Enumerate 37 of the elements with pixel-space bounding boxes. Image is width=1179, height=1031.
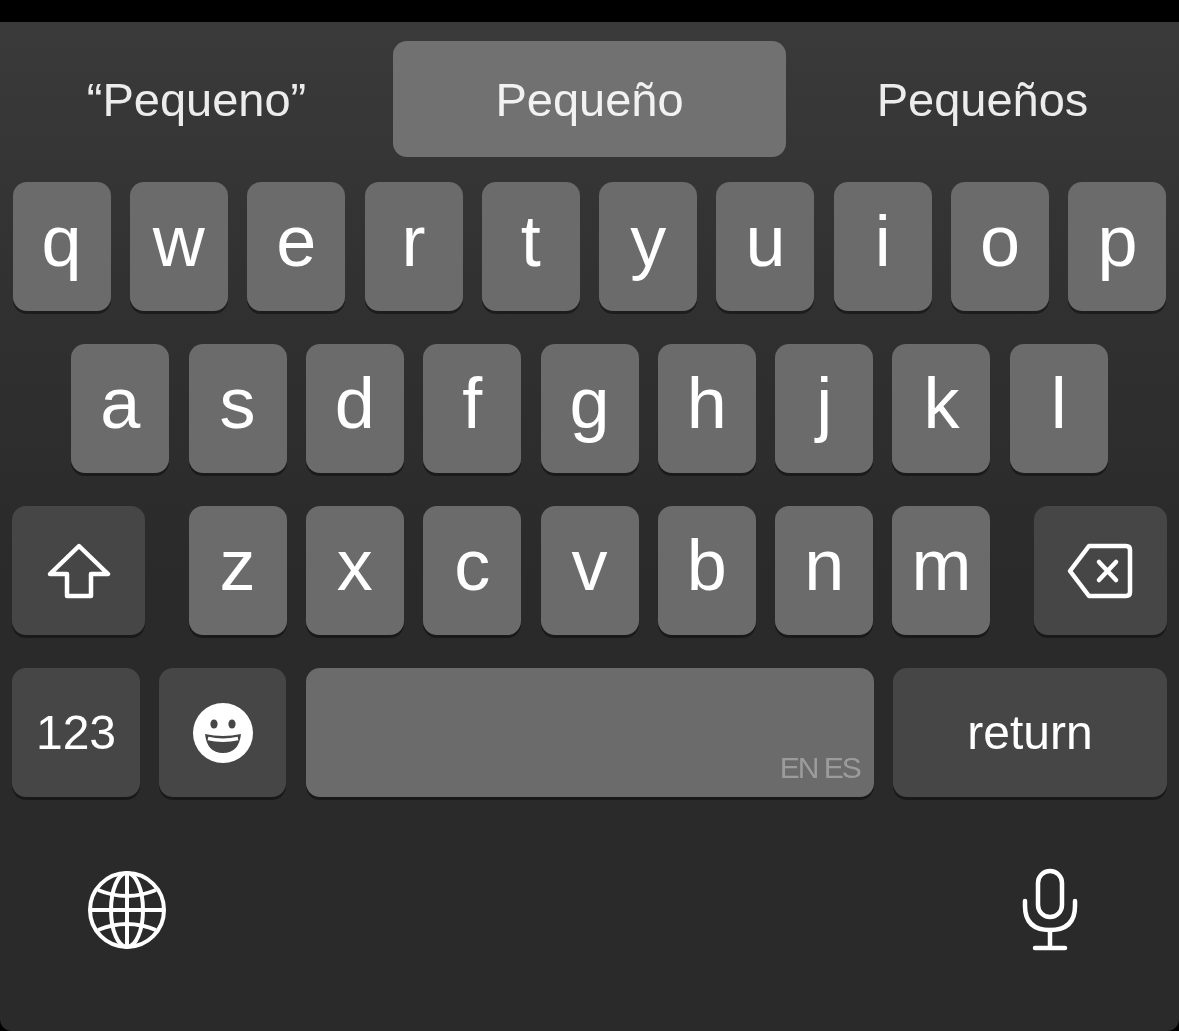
letter-key[interactable]: e	[247, 182, 346, 311]
letter-key[interactable]: b	[657, 506, 756, 635]
letter-key[interactable]: m	[892, 506, 991, 635]
emoji-key[interactable]	[159, 668, 287, 797]
letter-key[interactable]: s	[188, 344, 287, 473]
letter-key[interactable]: v	[540, 506, 639, 635]
letter-key[interactable]: q	[12, 182, 111, 311]
backspace-icon	[1067, 542, 1134, 599]
letter-key[interactable]: l	[1009, 344, 1108, 473]
return-key[interactable]: return	[893, 668, 1167, 797]
letter-key[interactable]: d	[305, 344, 404, 473]
letter-key[interactable]: h	[657, 344, 756, 473]
letter-key[interactable]: u	[716, 182, 815, 311]
letter-key[interactable]: k	[892, 344, 991, 473]
letter-key[interactable]: f	[423, 344, 522, 473]
letter-key[interactable]: c	[423, 506, 522, 635]
globe-icon[interactable]	[87, 870, 167, 950]
letter-key[interactable]: w	[129, 182, 228, 311]
numbers-key[interactable]: 123	[12, 668, 140, 797]
letter-key[interactable]: r	[364, 182, 463, 311]
letter-key[interactable]: a	[71, 344, 170, 473]
letter-key[interactable]: p	[1068, 182, 1167, 311]
letter-key[interactable]: x	[305, 506, 404, 635]
letter-key[interactable]: i	[833, 182, 932, 311]
letter-key[interactable]: n	[775, 506, 874, 635]
microphone-icon[interactable]	[1021, 868, 1079, 952]
letter-key[interactable]: t	[481, 182, 580, 311]
letter-key[interactable]: o	[951, 182, 1050, 311]
backspace-key[interactable]	[1033, 506, 1167, 635]
letter-key[interactable]: z	[188, 506, 287, 635]
shift-arrow-icon	[46, 542, 111, 599]
shift-key[interactable]	[12, 506, 146, 635]
letter-key[interactable]: j	[775, 344, 874, 473]
smiley-face-icon	[192, 702, 253, 763]
letter-key[interactable]: g	[540, 344, 639, 473]
letter-key[interactable]: y	[599, 182, 698, 311]
word-suggestion[interactable]: Pequeño	[393, 41, 786, 157]
